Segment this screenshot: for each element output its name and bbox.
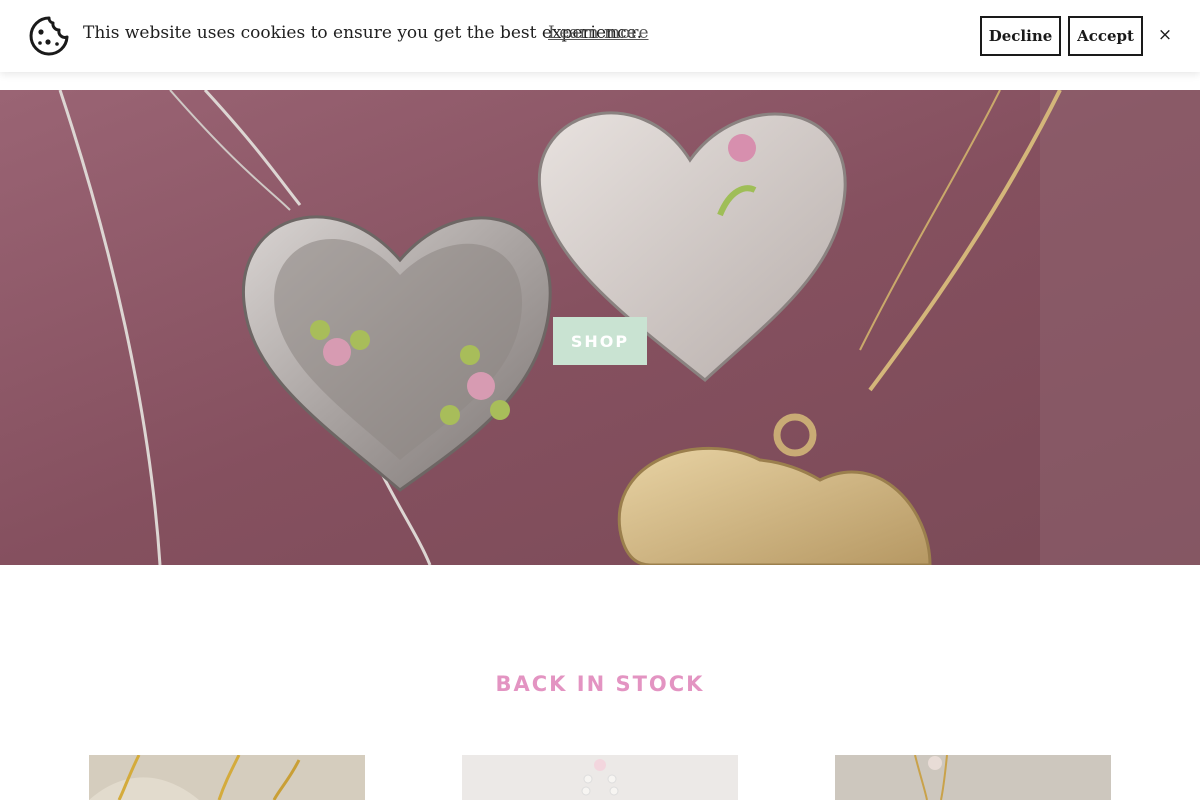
product-card[interactable] (89, 755, 365, 800)
product-card[interactable] (835, 755, 1111, 800)
cookie-icon (29, 16, 69, 56)
accept-button[interactable]: Accept (1068, 16, 1143, 56)
close-banner-button[interactable]: × (1154, 22, 1176, 48)
shop-button[interactable]: SHOP (553, 317, 647, 365)
decline-button[interactable]: Decline (980, 16, 1061, 56)
product-card[interactable] (462, 755, 738, 800)
section-title: BACK IN STOCK (495, 672, 705, 696)
product-image (89, 755, 365, 800)
product-image (462, 755, 738, 800)
cookie-banner: This website uses cookies to ensure you … (0, 0, 1200, 72)
learn-more-link[interactable]: Learn more (548, 23, 649, 43)
product-image (835, 755, 1111, 800)
hero-banner: SHOP (0, 90, 1200, 565)
